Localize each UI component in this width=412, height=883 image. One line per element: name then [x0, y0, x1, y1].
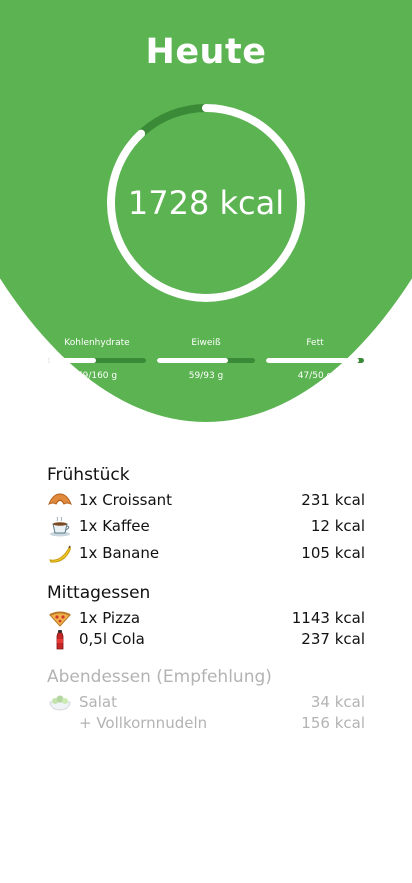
macro-label: Fett — [306, 338, 324, 348]
meal-item-kcal: 237 kcal — [301, 630, 365, 648]
section-title-lunch: Mittagessen — [47, 583, 151, 603]
header: Heute 1728 kcal Kohlenhydrate 79/160 g E… — [0, 0, 412, 425]
macro-bar — [48, 358, 146, 363]
meal-item[interactable]: 1x Banane 105 kcal — [47, 543, 365, 565]
macro-bar — [157, 358, 255, 363]
macro-bar — [266, 358, 364, 363]
macro-value: 59/93 g — [188, 371, 224, 381]
macro-label: Kohlenhydrate — [64, 338, 130, 348]
meal-item-kcal: 156 kcal — [301, 714, 365, 732]
page-title: Heute — [145, 32, 267, 72]
meal-item[interactable]: Salat 34 kcal — [47, 692, 365, 714]
meal-item-name: 1x Banane — [79, 544, 160, 562]
macro-bar-fill — [48, 358, 97, 363]
banana-icon — [49, 545, 71, 563]
meal-item-kcal: 231 kcal — [301, 491, 365, 509]
meal-item[interactable]: + Vollkornnudeln 156 kcal — [47, 713, 365, 735]
macro-protein: Eiweiß 59/93 g — [157, 338, 255, 381]
meal-item-kcal: 1143 kcal — [291, 609, 365, 627]
cola-icon — [56, 630, 64, 650]
coffee-icon — [50, 517, 70, 537]
pizza-icon — [49, 611, 71, 627]
total-kcal: 1728 kcal — [127, 184, 285, 222]
meal-item-kcal: 105 kcal — [301, 544, 365, 562]
salad-icon — [49, 695, 71, 711]
meal-item[interactable]: 0,5l Cola 237 kcal — [47, 629, 365, 651]
meal-item[interactable]: 1x Kaffee 12 kcal — [47, 516, 365, 538]
meal-item[interactable]: 1x Croissant 231 kcal — [47, 490, 365, 512]
macro-value: 79/160 g — [76, 371, 118, 381]
section-title-breakfast: Frühstück — [47, 465, 130, 485]
macro-fat: Fett 47/50 g — [266, 338, 364, 381]
macro-bar-fill — [266, 358, 360, 363]
meal-item-kcal: 12 kcal — [310, 517, 365, 535]
meal-item-name: Salat — [79, 693, 117, 711]
meal-item-name: 1x Croissant — [79, 491, 173, 509]
croissant-icon — [48, 493, 72, 506]
macro-value: 47/50 g — [297, 371, 333, 381]
meal-item-name: + Vollkornnudeln — [79, 714, 208, 732]
meal-item[interactable]: 1x Pizza 1143 kcal — [47, 608, 365, 630]
meal-item-name: 1x Pizza — [79, 609, 141, 627]
macro-label: Eiweiß — [191, 338, 221, 348]
macro-bar-fill — [157, 358, 228, 363]
macro-carbs: Kohlenhydrate 79/160 g — [48, 338, 146, 381]
meal-item-kcal: 34 kcal — [310, 693, 365, 711]
section-title-dinner: Abendessen (Empfehlung) — [47, 667, 272, 687]
meal-item-name: 0,5l Cola — [79, 630, 145, 648]
meal-item-name: 1x Kaffee — [79, 517, 150, 535]
